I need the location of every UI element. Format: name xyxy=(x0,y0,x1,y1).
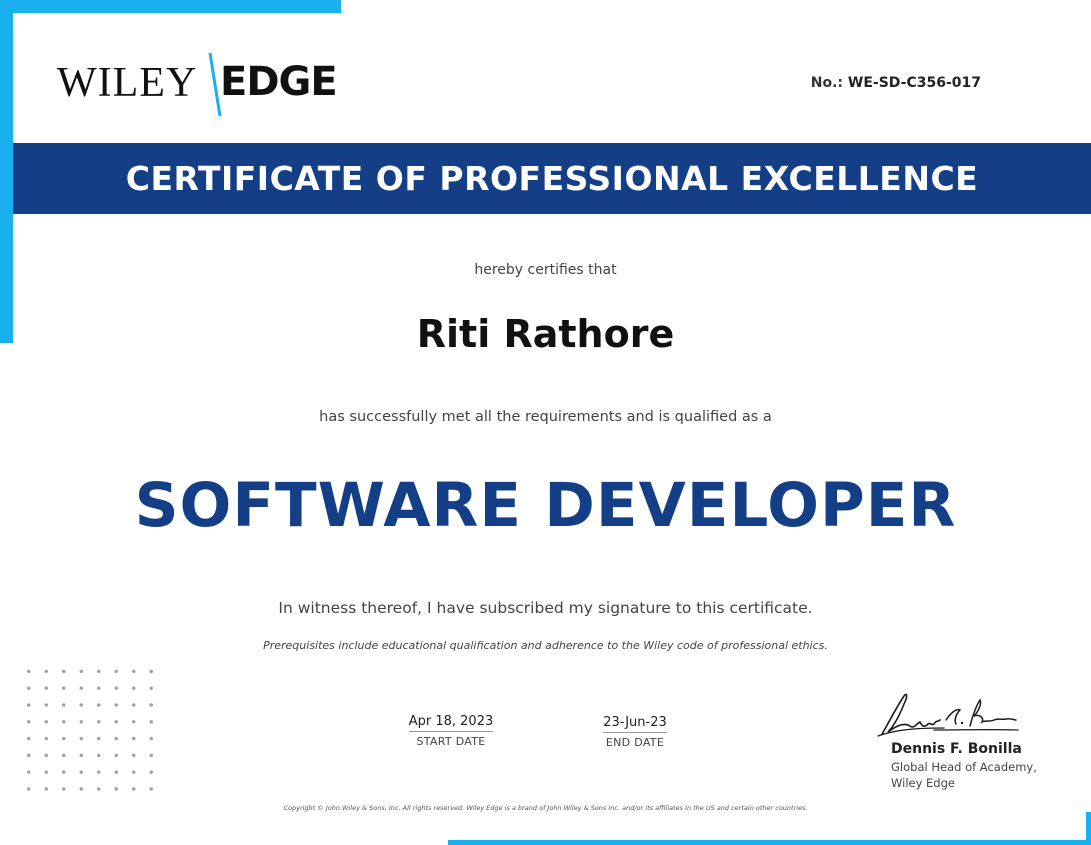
corner-accent-top xyxy=(0,0,341,13)
logo-edge-text: EDGE xyxy=(220,59,338,105)
certificate-number-value: WE-SD-C356-017 xyxy=(847,75,981,91)
certificate-title-banner: CERTIFICATE OF PROFESSIONAL EXCELLENCE xyxy=(13,143,1091,214)
signature-image xyxy=(877,693,1019,737)
hereby-text: hereby certifies that xyxy=(474,262,617,278)
recipient-name: Riti Rathore xyxy=(416,312,675,356)
end-date-label: END DATE xyxy=(605,736,665,749)
qualification-title: SOFTWARE DEVELOPER xyxy=(134,470,957,541)
copyright-footer: Copyright © John Wiley & Sons, Inc. All … xyxy=(283,804,808,812)
corner-accent-bottom xyxy=(448,840,1091,845)
signatory-name: Dennis F. Bonilla xyxy=(891,741,1022,757)
prerequisites-note: Prerequisites include educational qualif… xyxy=(263,639,828,652)
end-date-block: 23-Jun-23 END DATE xyxy=(590,711,680,749)
end-date-value: 23-Jun-23 xyxy=(603,715,667,733)
requirements-text: has successfully met all the requirement… xyxy=(319,409,772,425)
decorative-dot-grid xyxy=(20,663,166,803)
wiley-edge-logo: WILEY EDGE xyxy=(57,52,347,118)
logo-wiley-text: WILEY xyxy=(57,60,198,106)
certificate-number-label: No.: xyxy=(810,75,843,91)
start-date-label: START DATE xyxy=(416,735,486,748)
certificate-number: No.: WE-SD-C356-017 xyxy=(790,75,981,91)
corner-accent-left xyxy=(0,0,13,343)
corner-accent-right xyxy=(1086,812,1091,845)
start-date-block: Apr 18, 2023 START DATE xyxy=(400,710,502,748)
signatory-title-line1: Global Head of Academy, xyxy=(891,760,1037,774)
start-date-value: Apr 18, 2023 xyxy=(408,714,494,732)
signatory-title: Global Head of Academy, Wiley Edge xyxy=(891,759,1037,791)
certificate-title: CERTIFICATE OF PROFESSIONAL EXCELLENCE xyxy=(125,159,979,198)
signatory-title-line2: Wiley Edge xyxy=(891,776,955,790)
witness-text: In witness thereof, I have subscribed my… xyxy=(278,599,813,617)
